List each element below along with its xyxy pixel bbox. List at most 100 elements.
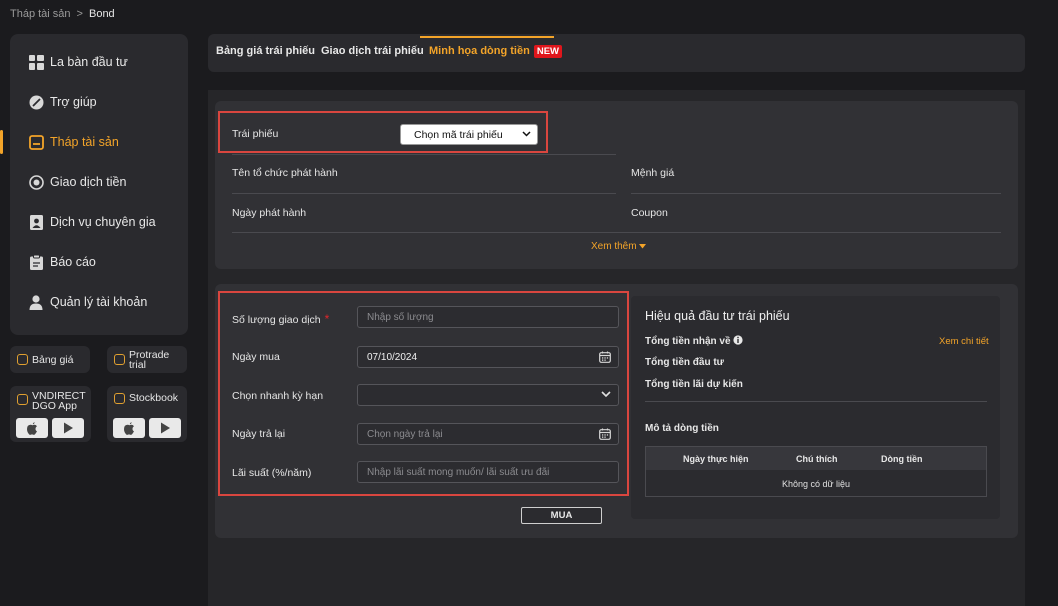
buy-button[interactable]: MUA <box>521 507 602 524</box>
term-select[interactable] <box>357 384 619 406</box>
buy-date-input[interactable]: 07/10/2024 <box>357 346 619 368</box>
bond-select[interactable]: Chọn mã trái phiếu <box>400 124 538 145</box>
column-header-cashflow: Dòng tiền <box>881 454 923 464</box>
sidebar: La bàn đầu tư Trợ giúp Tháp tài sản Giao… <box>0 34 188 335</box>
dgo-app-box: VNDIRECT DGO App <box>10 386 91 442</box>
quantity-label: Số lượng giao dịch * <box>232 312 329 326</box>
money-transfer-icon <box>28 174 44 190</box>
stockbook-googleplay-button[interactable] <box>149 418 181 438</box>
new-badge: NEW <box>533 45 562 58</box>
chevron-down-icon <box>601 390 611 401</box>
protrade-label: Protrade trial <box>129 349 170 371</box>
total-invested-label: Tổng tiền đầu tư <box>645 357 724 368</box>
help-icon <box>28 94 44 110</box>
sidebar-item-compass[interactable]: La bàn đầu tư <box>10 42 188 82</box>
asset-tower-icon <box>28 134 44 150</box>
divider <box>232 154 616 155</box>
caret-down-icon <box>639 244 647 249</box>
column-header-date: Ngày thực hiện <box>683 454 749 464</box>
cashflow-table: Ngày thực hiện Chú thích Dòng tiền Không… <box>645 446 987 497</box>
interest-rate-label: Lãi suất (%/năm) <box>232 467 312 479</box>
view-detail-link[interactable]: Xem chi tiết <box>939 336 989 347</box>
dgo-googleplay-button[interactable] <box>52 418 84 438</box>
buy-date-value: 07/10/2024 <box>367 351 418 363</box>
quantity-input[interactable]: Nhập số lượng <box>357 306 619 328</box>
stockbook-appstore-button[interactable] <box>113 418 145 438</box>
sidebar-item-report[interactable]: Báo cáo <box>10 242 188 282</box>
play-store-icon <box>63 422 73 434</box>
quantity-label-text: Số lượng giao dịch <box>232 314 321 326</box>
info-icon[interactable] <box>733 335 743 345</box>
tab-bond-price-board[interactable]: Bảng giá trái phiếu <box>216 45 315 57</box>
price-board-shortcut[interactable]: Bảng giá <box>10 346 90 373</box>
breadcrumb: Tháp tài sản > Bond <box>10 8 115 20</box>
sidebar-item-label: La bàn đầu tư <box>50 55 128 69</box>
dgo-line2: DGO App <box>32 400 77 412</box>
bond-select-value: Chọn mã trái phiếu <box>414 128 503 141</box>
play-store-icon <box>160 422 170 434</box>
required-marker: * <box>324 312 330 326</box>
chevron-down-icon <box>522 129 531 140</box>
total-interest-label: Tổng tiền lãi dự kiến <box>645 379 743 390</box>
return-date-input[interactable]: Chọn ngày trả lại <box>357 423 619 445</box>
sidebar-item-help[interactable]: Trợ giúp <box>10 82 188 122</box>
total-received-label: Tổng tiền nhận về <box>645 335 743 347</box>
interest-rate-input[interactable]: Nhập lãi suất mong muốn/ lãi suất ưu đãi <box>357 461 619 483</box>
calendar-icon[interactable] <box>599 428 611 443</box>
interest-rate-placeholder: Nhập lãi suất mong muốn/ lãi suất ưu đãi <box>367 466 550 478</box>
sidebar-item-account[interactable]: Quản lý tài khoản <box>10 282 188 322</box>
calendar-icon[interactable] <box>599 351 611 366</box>
return-date-placeholder: Chọn ngày trả lại <box>367 428 443 440</box>
breadcrumb-current: Bond <box>88 8 115 20</box>
see-more-label: Xem thêm <box>591 241 637 252</box>
dgo-app-icon <box>17 394 28 405</box>
sidebar-item-label: Dịch vụ chuyên gia <box>50 215 156 229</box>
user-icon <box>28 294 44 310</box>
table-header: Ngày thực hiện Chú thích Dòng tiền <box>646 447 986 470</box>
breadcrumb-separator: > <box>76 8 83 20</box>
sidebar-item-label: Tháp tài sản <box>50 135 119 149</box>
sidebar-item-label: Quản lý tài khoản <box>50 295 148 309</box>
sidebar-item-label: Giao dịch tiền <box>50 175 127 189</box>
performance-title: Hiệu quả đầu tư trái phiếu <box>645 309 790 323</box>
tab-bar: Bảng giá trái phiếu Giao dịch trái phiếu… <box>208 34 1025 72</box>
stockbook-icon <box>114 393 125 404</box>
term-label: Chọn nhanh kỳ hạn <box>232 390 324 402</box>
tab-cashflow-illustration[interactable]: Minh họa dòng tiền NEW <box>429 45 562 58</box>
dgo-app-label: VNDIRECT DGO App <box>32 391 86 412</box>
issuer-label: Tên tổ chức phát hành <box>232 167 338 179</box>
price-board-icon <box>17 354 28 365</box>
total-received-text: Tổng tiền nhận về <box>645 336 731 347</box>
protrade-icon <box>114 354 125 365</box>
tab-bond-trading[interactable]: Giao dịch trái phiếu <box>321 45 424 57</box>
see-more-link[interactable]: Xem thêm <box>591 241 647 252</box>
sidebar-item-expert[interactable]: Dịch vụ chuyên gia <box>10 202 188 242</box>
divider <box>232 232 1001 233</box>
bond-label: Trái phiếu <box>232 128 279 140</box>
sidebar-item-asset-tower[interactable]: Tháp tài sản <box>0 122 188 162</box>
tab-label: Minh họa dòng tiền <box>429 45 530 57</box>
sidebar-item-label: Báo cáo <box>50 255 96 269</box>
protrade-shortcut[interactable]: Protrade trial <box>107 346 187 373</box>
dgo-appstore-button[interactable] <box>16 418 48 438</box>
stockbook-box: Stockbook <box>107 386 187 442</box>
buy-date-label: Ngày mua <box>232 351 280 363</box>
column-header-note: Chú thích <box>796 454 838 464</box>
apple-icon <box>124 421 134 435</box>
quantity-placeholder: Nhập số lượng <box>367 311 434 323</box>
divider <box>232 193 616 194</box>
sidebar-item-label: Trợ giúp <box>50 95 97 109</box>
issue-date-label: Ngày phát hành <box>232 207 307 219</box>
report-icon <box>28 254 44 270</box>
price-board-label: Bảng giá <box>32 354 74 366</box>
stockbook-label: Stockbook <box>129 392 179 404</box>
expert-icon <box>28 214 44 230</box>
return-date-label: Ngày trả lại <box>232 428 286 440</box>
active-tab-underline <box>420 36 554 38</box>
compass-grid-icon <box>28 54 44 70</box>
divider <box>631 193 1001 194</box>
coupon-label: Coupon <box>631 207 668 219</box>
cashflow-title: Mô tả dòng tiền <box>645 423 719 434</box>
breadcrumb-parent[interactable]: Tháp tài sản <box>10 8 71 20</box>
sidebar-item-money-transfer[interactable]: Giao dịch tiền <box>10 162 188 202</box>
